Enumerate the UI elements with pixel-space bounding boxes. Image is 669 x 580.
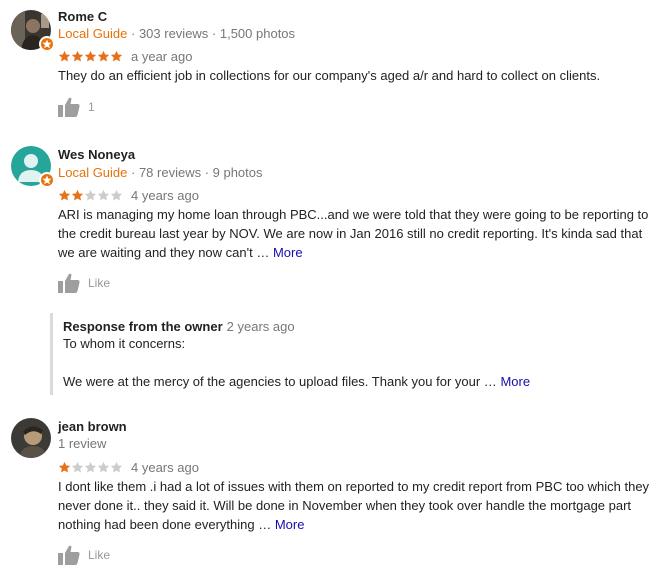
owner-response-body: We were at the mercy of the agencies to … — [63, 372, 660, 391]
star-filled-icon — [110, 50, 123, 62]
avatar[interactable] — [11, 10, 55, 52]
local-guide-badge-icon — [39, 36, 55, 52]
profile-photo-icon — [11, 418, 51, 458]
star-filled-icon — [58, 189, 71, 201]
review-time: 4 years ago — [131, 460, 199, 475]
reviewer-meta: 1 review — [58, 436, 106, 451]
reviewer-meta: Local Guide · 78 reviews · 9 photos — [58, 165, 263, 180]
review-text: They do an efficient job in collections … — [58, 66, 658, 85]
more-link[interactable]: More — [275, 517, 305, 532]
reviewer-stats: 1 review — [58, 436, 107, 451]
local-guide-badge-icon — [39, 172, 55, 188]
reviewer-stats: · 78 reviews · 9 photos — [127, 165, 263, 180]
reviewer-meta: Local Guide · 303 reviews · 1,500 photos — [58, 26, 295, 41]
owner-response-text: We were at the mercy of the agencies to … — [63, 374, 497, 389]
star-filled-icon — [84, 50, 97, 62]
thumbs-up-icon — [58, 97, 80, 117]
owner-response-time: 2 years ago — [226, 319, 295, 334]
review-body: ARI is managing my home loan through PBC… — [58, 207, 649, 260]
star-empty-icon — [97, 189, 110, 201]
star-empty-icon — [110, 189, 123, 201]
reviewer-name[interactable]: Rome C — [58, 9, 107, 24]
reviewer-name[interactable]: Wes Noneya — [58, 147, 135, 162]
reviewer-stats: · 303 reviews · 1,500 photos — [127, 26, 296, 41]
reviewer-name[interactable]: jean brown — [58, 419, 127, 434]
owner-response: Response from the owner 2 years ago To wh… — [50, 313, 660, 395]
star-filled-icon — [97, 50, 110, 62]
review-body: I dont like them .i had a lot of issues … — [58, 479, 650, 532]
like-button[interactable]: Like — [58, 273, 110, 293]
more-link[interactable]: More — [273, 245, 303, 260]
rating-row: 4 years ago — [58, 188, 199, 203]
star-empty-icon — [84, 189, 97, 201]
more-link[interactable]: More — [500, 374, 530, 389]
rating-row: 4 years ago — [58, 460, 199, 475]
local-guide-label: Local Guide — [58, 165, 128, 180]
star-rating — [58, 189, 123, 202]
thumbs-up-icon — [58, 273, 80, 293]
review-time: 4 years ago — [131, 188, 199, 203]
star-empty-icon — [71, 461, 84, 473]
review-text: I dont like them .i had a lot of issues … — [58, 477, 658, 534]
star-empty-icon — [84, 461, 97, 473]
star-filled-icon — [71, 50, 84, 62]
local-guide-label: Local Guide — [58, 26, 128, 41]
owner-response-title: Response from the owner 2 years ago — [63, 319, 660, 334]
avatar[interactable] — [11, 146, 55, 188]
review-time: a year ago — [131, 49, 193, 64]
rating-row: a year ago — [58, 49, 192, 64]
thumbs-up-icon — [58, 545, 80, 565]
like-label: Like — [88, 276, 111, 290]
review-text: ARI is managing my home loan through PBC… — [58, 205, 658, 262]
star-rating — [58, 461, 123, 474]
star-filled-icon — [58, 50, 71, 62]
avatar[interactable] — [11, 418, 51, 458]
star-filled-icon — [71, 189, 84, 201]
star-empty-icon — [110, 461, 123, 473]
owner-response-greeting: To whom it concerns: — [63, 336, 186, 351]
star-empty-icon — [97, 461, 110, 473]
like-button[interactable]: 1 — [58, 97, 95, 117]
review-body: They do an efficient job in collections … — [58, 68, 601, 83]
star-rating — [58, 50, 123, 63]
star-filled-icon — [58, 461, 71, 473]
like-count: 1 — [88, 100, 95, 114]
owner-response-heading: Response from the owner — [63, 319, 223, 334]
like-label: Like — [88, 548, 111, 562]
like-button[interactable]: Like — [58, 545, 110, 565]
